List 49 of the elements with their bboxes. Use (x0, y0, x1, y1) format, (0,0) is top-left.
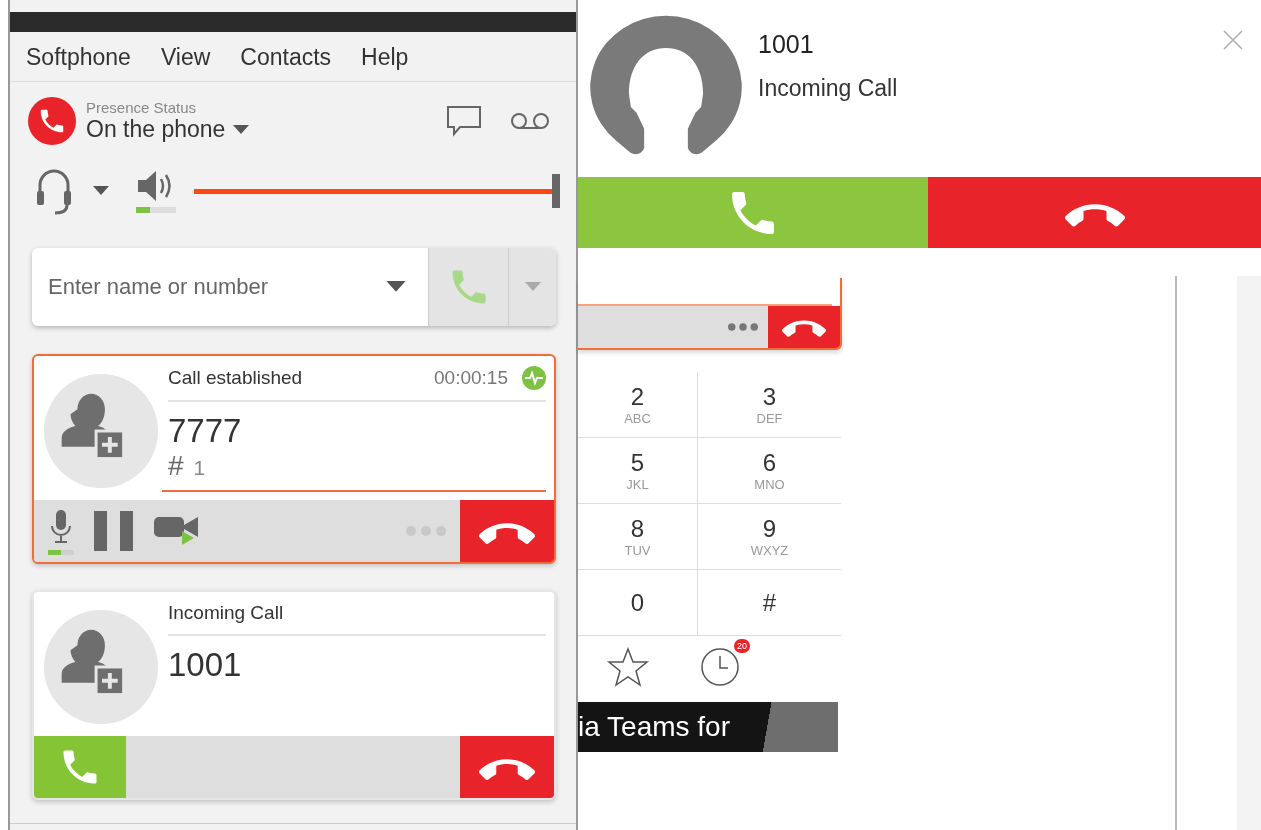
menu-item[interactable]: Contacts (240, 44, 332, 71)
call-quality-icon (522, 366, 546, 390)
keypad-key[interactable]: 2 ABC (578, 372, 698, 438)
dtmf-label: # (168, 450, 184, 482)
caret-icon (524, 282, 541, 292)
add-contact-avatar-icon[interactable] (42, 608, 160, 726)
call-status: Incoming Call (758, 75, 898, 102)
call-card[interactable]: Call established 00:00:15 7777 # 1 (32, 354, 556, 564)
number-input-field[interactable]: Enter name or number (32, 273, 386, 301)
speaker-level-meter (136, 207, 176, 213)
call-status: Incoming Call (168, 602, 284, 624)
caller-number: 7777 (168, 412, 243, 450)
menu-item[interactable]: View (160, 44, 211, 71)
chat-icon[interactable] (446, 105, 482, 137)
close-icon[interactable] (1223, 30, 1243, 50)
keypad-key[interactable]: # (698, 570, 841, 636)
keypad-key[interactable]: 8 TUV (578, 504, 698, 570)
keypad-key[interactable]: 5 JKL (578, 438, 698, 504)
star-icon[interactable] (606, 647, 650, 687)
dtmf-digits: 1 (193, 456, 206, 480)
caller-number: 1001 (168, 646, 243, 684)
banner-text: ia Teams for (578, 711, 730, 743)
caret-icon[interactable] (233, 124, 250, 135)
add-contact-avatar-icon[interactable] (42, 372, 160, 490)
keypad-key[interactable]: 9 WXYZ (698, 504, 841, 570)
presence-dropdown[interactable]: On the phone (86, 116, 226, 143)
voicemail-icon[interactable] (510, 111, 550, 131)
call-status: Call established (168, 367, 303, 389)
caller-name: 1001 (758, 30, 815, 59)
decline-button[interactable] (460, 736, 554, 798)
call-timer: 00:00:15 (434, 367, 508, 389)
call-card[interactable]: Incoming Call 1001 (32, 590, 556, 800)
pause-icon[interactable] (94, 511, 134, 551)
keypad-key[interactable]: 6 MNO (698, 438, 841, 504)
menu-item[interactable]: Help (361, 44, 409, 71)
menu-item[interactable]: Softphone (26, 44, 131, 71)
phone-status-icon[interactable] (28, 97, 76, 145)
hang-up-button[interactable] (460, 500, 554, 562)
caret-icon[interactable] (386, 281, 406, 293)
keypad-key[interactable]: 3 DEF (698, 372, 841, 438)
presence-label: Presence Status (86, 99, 198, 116)
headset-icon[interactable] (34, 167, 74, 215)
decline-button[interactable] (928, 177, 1261, 248)
microphone-level-meter (48, 549, 74, 555)
keypad-key[interactable]: 0 (578, 570, 698, 636)
clock-icon[interactable] (700, 647, 740, 687)
caret-icon[interactable] (92, 186, 110, 196)
more-options-icon (728, 323, 758, 331)
notification-badge: 20 (734, 639, 750, 653)
